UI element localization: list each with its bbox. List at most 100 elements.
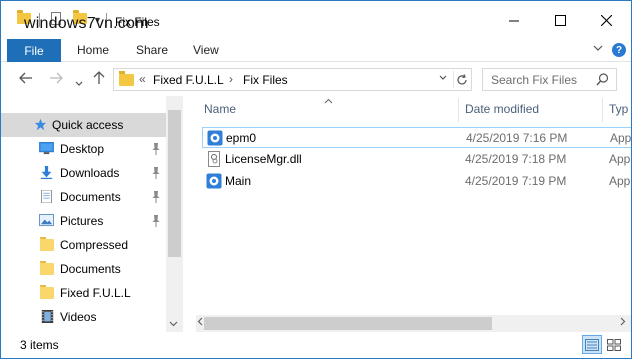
search-icon: [596, 73, 609, 89]
sidebar-item-label: Fixed F.U.L.L: [60, 286, 131, 300]
close-icon: [600, 14, 612, 26]
sidebar-item-label: Documents: [60, 190, 121, 204]
sidebar-item-label: Desktop: [60, 142, 105, 156]
folder-icon: [40, 285, 54, 299]
search-input[interactable]: Search Fix Files: [491, 73, 577, 87]
status-bar: 3 items: [1, 332, 631, 358]
documents-icon: [41, 190, 52, 203]
minimize-button[interactable]: [491, 1, 537, 39]
file-row[interactable]: epm0 4/25/2019 7:16 PM App: [202, 127, 631, 148]
breadcrumb-item[interactable]: Fix Files: [243, 73, 288, 87]
tab-share[interactable]: Share: [136, 43, 168, 57]
back-arrow-icon: [19, 72, 32, 84]
pin-icon[interactable]: [151, 191, 161, 203]
column-divider[interactable]: [458, 98, 459, 122]
sidebar-item-label: Documents: [60, 262, 121, 276]
file-row[interactable]: Main 4/25/2019 7:19 PM App: [202, 171, 631, 192]
search-box[interactable]: Search Fix Files: [482, 68, 617, 91]
address-bar[interactable]: « Fixed F.U.L.L › Fix Files: [113, 68, 472, 91]
pictures-icon: [39, 214, 54, 227]
breadcrumb-overflow[interactable]: «: [139, 72, 146, 86]
scroll-down-icon[interactable]: [169, 319, 178, 329]
explorer-window: ▼ windows7vn.com Fix Files File Home Sha…: [0, 0, 632, 359]
file-name: Main: [225, 174, 252, 188]
sort-ascending-icon: [324, 96, 333, 106]
details-view-icon: [585, 338, 599, 351]
sidebar-item-label: Quick access: [52, 118, 124, 132]
pin-icon[interactable]: [151, 167, 161, 179]
sidebar-item-label: Compressed: [60, 238, 129, 252]
up-button[interactable]: [93, 71, 105, 89]
navigation-pane: Quick access Desktop Downloads Documents…: [1, 96, 184, 332]
dll-icon: [208, 151, 220, 167]
ribbon-expand-icon[interactable]: [593, 43, 603, 55]
column-header-date-modified[interactable]: Date modified: [465, 102, 539, 116]
app-icon: [206, 173, 222, 189]
refresh-icon: [457, 73, 467, 84]
download-icon: [40, 166, 53, 179]
pin-icon[interactable]: [151, 143, 161, 155]
sidebar-item-compressed[interactable]: Compressed: [1, 233, 166, 257]
sidebar-item-label: Pictures: [60, 214, 104, 228]
file-date: 4/25/2019 7:16 PM: [466, 131, 568, 145]
sidebar-item-videos[interactable]: Videos: [1, 305, 166, 329]
details-view-button[interactable]: [582, 335, 602, 354]
file-name: LicenseMgr.dll: [225, 152, 302, 166]
sidebar-item-quick-access[interactable]: Quick access: [1, 113, 166, 137]
back-button[interactable]: [19, 71, 33, 88]
minimize-icon: [508, 20, 519, 21]
app-icon: [207, 130, 223, 146]
window-title: Fix Files: [115, 15, 160, 29]
large-icons-view-icon: [607, 338, 621, 351]
close-button[interactable]: [583, 1, 629, 39]
sidebar-item-downloads[interactable]: Downloads: [1, 161, 166, 185]
folder-icon: [119, 71, 134, 86]
help-icon[interactable]: ?: [612, 43, 626, 57]
sidebar-item-label: Downloads: [60, 166, 120, 180]
breadcrumb-chevron-icon[interactable]: ›: [229, 72, 233, 86]
maximize-icon: [554, 14, 566, 26]
file-type: App: [609, 152, 631, 166]
up-arrow-icon: [93, 71, 105, 84]
column-divider[interactable]: [602, 98, 603, 122]
file-date: 4/25/2019 7:18 PM: [465, 152, 567, 166]
file-list-scrollbar-thumb[interactable]: [204, 317, 492, 330]
navigation-bar: « Fixed F.U.L.L › Fix Files Search Fix F…: [1, 62, 631, 96]
file-date: 4/25/2019 7:19 PM: [465, 174, 567, 188]
file-list: Name Date modified Typ epm0 4/25/2019 7:…: [196, 96, 631, 332]
sidebar-item-desktop[interactable]: Desktop: [1, 137, 166, 161]
folder-icon: [40, 261, 54, 275]
recent-dropdown-button[interactable]: [75, 74, 83, 91]
sidebar-item-documents[interactable]: Documents: [1, 185, 166, 209]
ribbon: File Home Share View ?: [1, 39, 631, 62]
file-name: epm0: [226, 131, 257, 145]
file-type: App: [609, 174, 631, 188]
maximize-button[interactable]: [537, 1, 583, 39]
column-header-type[interactable]: Typ: [609, 102, 628, 116]
title-bar: ▼ windows7vn.com Fix Files: [1, 1, 631, 39]
chevron-down-icon: [75, 81, 83, 86]
file-row[interactable]: LicenseMgr.dll 4/25/2019 7:18 PM App: [202, 149, 631, 170]
tab-view[interactable]: View: [193, 43, 219, 57]
file-type: App: [610, 131, 631, 145]
scroll-left-icon[interactable]: [197, 317, 203, 328]
sidebar-item-documents-folder[interactable]: Documents: [1, 257, 166, 281]
large-icons-view-button[interactable]: [604, 335, 624, 354]
pin-icon[interactable]: [151, 215, 161, 227]
breadcrumb-item[interactable]: Fixed F.U.L.L: [153, 73, 224, 87]
column-header-name[interactable]: Name: [204, 102, 236, 116]
forward-button[interactable]: [49, 71, 63, 88]
scroll-right-icon[interactable]: [620, 317, 626, 328]
address-dropdown-icon[interactable]: [439, 73, 447, 83]
refresh-button[interactable]: [453, 71, 470, 88]
tab-file[interactable]: File: [7, 39, 61, 62]
sidebar-item-label: Videos: [60, 310, 97, 324]
desktop-icon: [39, 142, 54, 155]
tab-home[interactable]: Home: [77, 43, 109, 57]
sidebar-item-fixed-full[interactable]: Fixed F.U.L.L: [1, 281, 166, 305]
videos-icon: [41, 310, 54, 323]
sidebar-item-pictures[interactable]: Pictures: [1, 209, 166, 233]
item-count: 3 items: [20, 338, 59, 352]
forward-arrow-icon: [50, 72, 63, 84]
sidebar-scrollbar-thumb[interactable]: [168, 110, 181, 257]
